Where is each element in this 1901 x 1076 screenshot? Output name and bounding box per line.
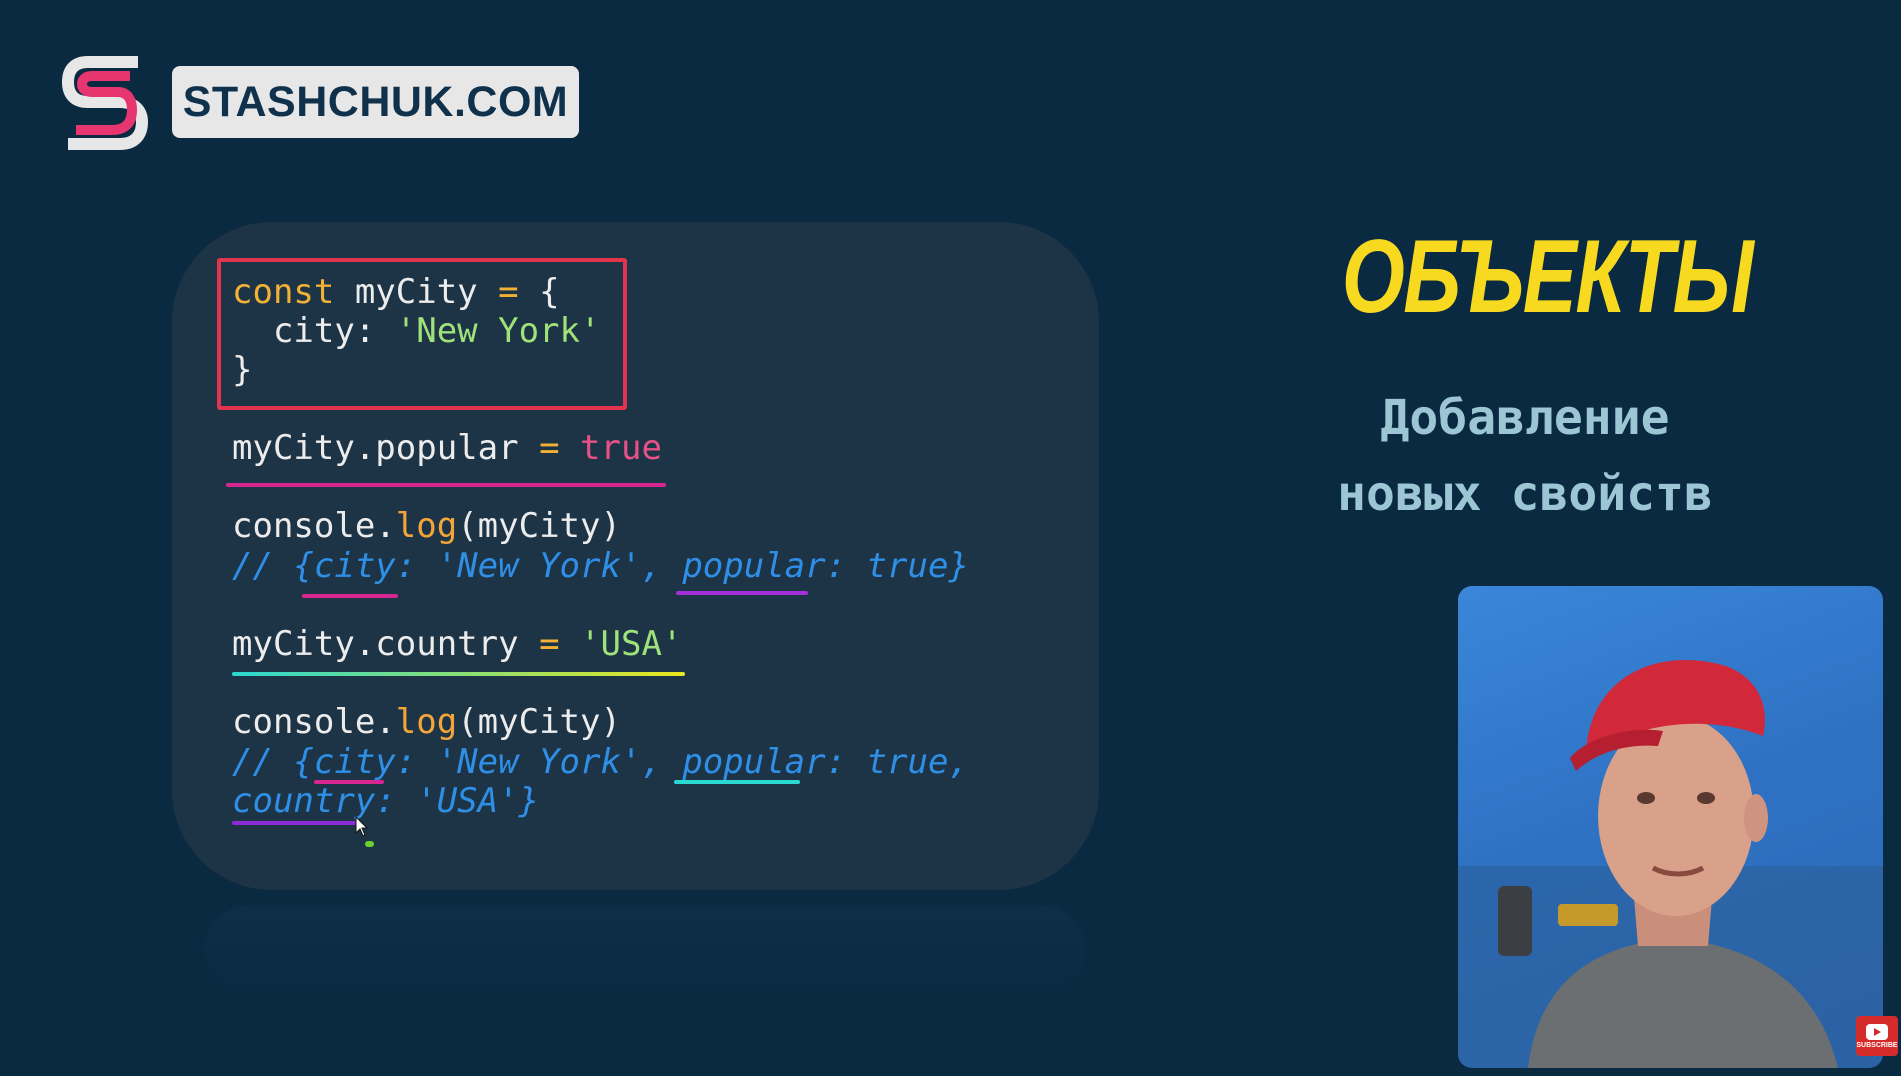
brand-name: STASHCHUK.COM: [182, 77, 569, 126]
code-line-closing-brace: }: [232, 350, 253, 390]
code-comment-2-line-2: country: 'USA'}: [232, 781, 540, 821]
underline-comment2-country: [232, 821, 357, 825]
card-reflection: [205, 905, 1085, 995]
code-line-log-2: console.log(myCity): [232, 702, 621, 742]
youtube-subscribe-icon: [1866, 1023, 1888, 1040]
code-line-log-1: console.log(myCity): [232, 506, 621, 546]
code-line-declaration: const myCity = {: [232, 272, 560, 312]
presenter-illustration: [1458, 660, 1883, 1068]
slide-subtitle-line-1: Добавление: [1380, 390, 1670, 446]
code-comment-1: // {city: 'New York', popular: true}: [232, 546, 969, 586]
underline-comment1-popular: [676, 591, 808, 595]
code-line-popular-assign: myCity.popular = true: [232, 428, 662, 468]
code-line-country-assign: myCity.country = 'USA': [232, 624, 683, 664]
cursor-dot: [365, 841, 374, 847]
code-line-city-prop: city: 'New York': [232, 311, 601, 351]
mouse-cursor-icon: [355, 816, 369, 837]
underline-popular-assign: [226, 483, 666, 487]
presenter-video: [1458, 586, 1883, 1068]
code-comment-2-line-1: // {city: 'New York', popular: true,: [232, 742, 969, 782]
slide-title: ОБЪЕКТЫ: [1341, 219, 1754, 335]
slide-subtitle-line-2: новых свойств: [1337, 466, 1713, 522]
subscribe-button[interactable]: SUBSCRIBE: [1856, 1016, 1898, 1056]
underline-comment2-city: [314, 780, 384, 784]
subscribe-label: SUBSCRIBE: [1856, 1041, 1898, 1049]
stashchuk-s-logo-icon: [62, 56, 148, 150]
underline-country-assign: [232, 672, 685, 676]
underline-comment1-city: [302, 594, 398, 598]
underline-comment2-popular: [674, 780, 800, 784]
brand-badge: STASHCHUK.COM: [172, 66, 579, 138]
